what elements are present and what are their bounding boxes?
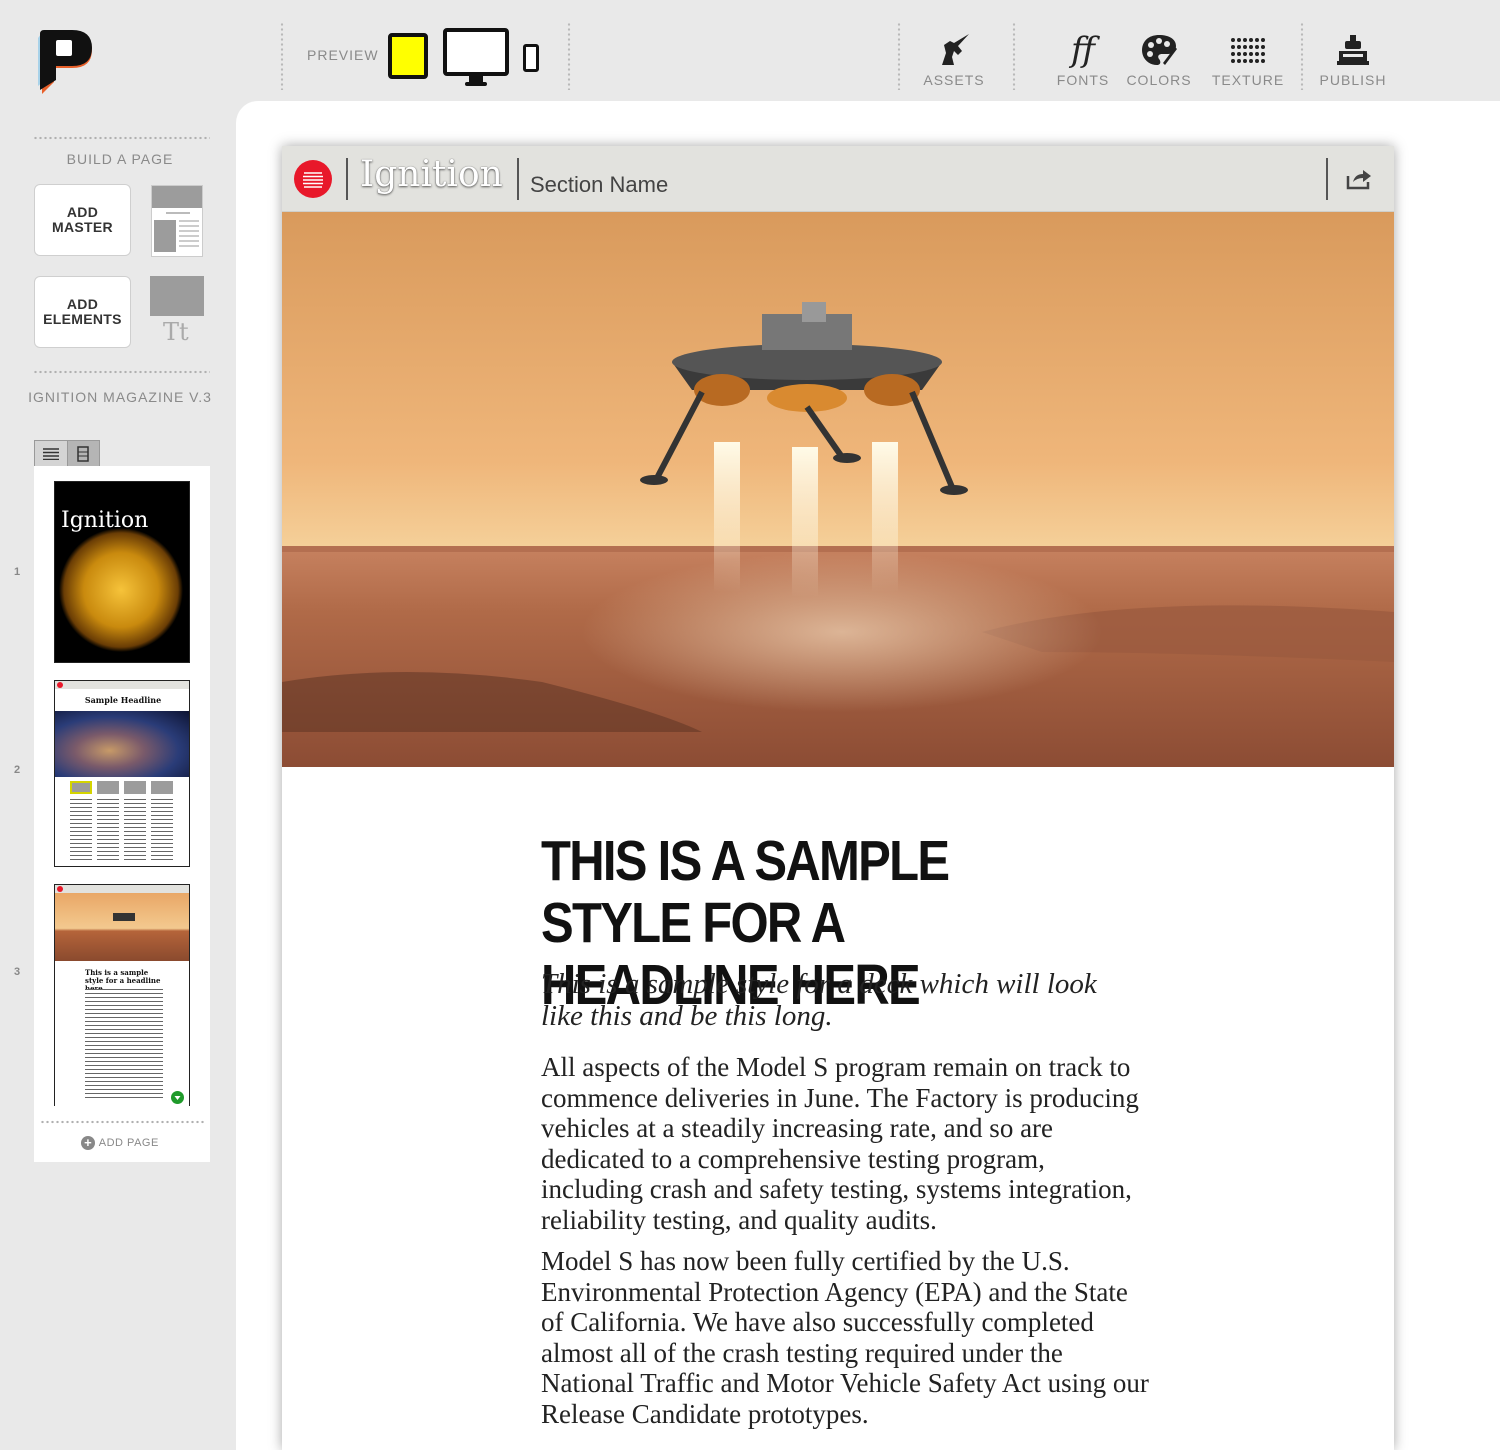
- toolbar-divider: [1300, 22, 1304, 90]
- text-element-thumbnail[interactable]: Tt: [163, 318, 189, 346]
- desktop-preview-icon[interactable]: [443, 28, 509, 88]
- assets-button[interactable]: ASSETS: [922, 30, 986, 88]
- cover-title: Ignition: [61, 508, 149, 533]
- fonts-icon: ff: [1070, 30, 1096, 70]
- add-elements-button[interactable]: ADD ELEMENTS: [34, 276, 131, 348]
- page-thumbnail-1[interactable]: Ignition: [54, 481, 190, 663]
- pages-panel: 1 Ignition 2 Sample Headline 3 This is a…: [14, 466, 210, 1162]
- toolbar-divider: [897, 22, 901, 90]
- hero-image: [282, 212, 1394, 767]
- list-view-icon[interactable]: [35, 441, 68, 466]
- sidebar: BUILD A PAGE ADD MASTER ADD ELEMENTS Tt …: [0, 100, 240, 1450]
- toolbar-divider: [1012, 22, 1016, 90]
- page-thumbnail-2[interactable]: Sample Headline: [54, 680, 190, 867]
- phone-preview-icon[interactable]: [523, 44, 539, 72]
- add-master-button[interactable]: ADD MASTER: [34, 184, 131, 256]
- header-divider: [517, 158, 519, 200]
- lander-thumb-image: [55, 893, 189, 961]
- article-page[interactable]: Ignition Section Name THIS IS A SAMPLE S…: [282, 146, 1394, 1450]
- article-paragraph[interactable]: All aspects of the Model S program remai…: [541, 1052, 1151, 1235]
- printing-press-icon: [1337, 35, 1369, 65]
- grid-view-icon[interactable]: [67, 441, 99, 466]
- fonts-button[interactable]: ff FONTS: [1052, 30, 1114, 88]
- colors-button[interactable]: COLORS: [1124, 30, 1194, 88]
- header-divider: [1326, 158, 1328, 200]
- add-page-button[interactable]: + ADD PAGE: [0, 1136, 240, 1150]
- page-number: 2: [14, 764, 21, 776]
- share-icon[interactable]: [1346, 168, 1372, 190]
- toolbar-divider: [280, 22, 284, 90]
- plus-icon: +: [81, 1136, 96, 1150]
- publish-button[interactable]: PUBLISH: [1318, 30, 1388, 88]
- texture-icon: [1231, 38, 1265, 63]
- sidebar-divider: [33, 370, 210, 374]
- tablet-preview-icon[interactable]: [388, 33, 428, 79]
- image-element-thumbnail[interactable]: [150, 276, 204, 316]
- preview-label: PREVIEW: [307, 47, 379, 63]
- toolbar-divider: [567, 22, 571, 90]
- app-logo[interactable]: [36, 28, 96, 94]
- nebula-image: [55, 711, 189, 777]
- expand-arrow-icon[interactable]: [171, 1091, 184, 1104]
- build-page-title: BUILD A PAGE: [66, 151, 174, 167]
- view-toggle: [34, 440, 100, 467]
- brand-title: Ignition: [360, 154, 503, 195]
- page-number: 1: [14, 566, 21, 578]
- master-thumbnail[interactable]: [151, 185, 203, 257]
- unicorn-icon: [942, 34, 969, 65]
- section-name: Section Name: [530, 172, 669, 197]
- page-thumbnail-3[interactable]: This is a sample style for a headline he…: [54, 884, 190, 1106]
- top-toolbar: PREVIEW ASSETS ff FONTS COLORS TEXTURE P…: [0, 0, 1500, 100]
- menu-icon[interactable]: [294, 160, 332, 198]
- article-paragraph[interactable]: Model S has now been fully certified by …: [541, 1246, 1151, 1429]
- magazine-title: IGNITION MAGAZINE V.3: [28, 389, 212, 405]
- header-divider: [346, 158, 348, 200]
- texture-button[interactable]: TEXTURE: [1210, 30, 1286, 88]
- page-number: 3: [14, 966, 21, 978]
- palette-icon: [1142, 35, 1177, 65]
- thumb-headline: Sample Headline: [84, 695, 162, 705]
- pages-divider: [40, 1120, 206, 1124]
- article-header: Ignition Section Name: [282, 146, 1394, 212]
- sidebar-divider: [33, 136, 210, 140]
- article-deck[interactable]: This is a sample style for a deck which …: [541, 968, 1141, 1032]
